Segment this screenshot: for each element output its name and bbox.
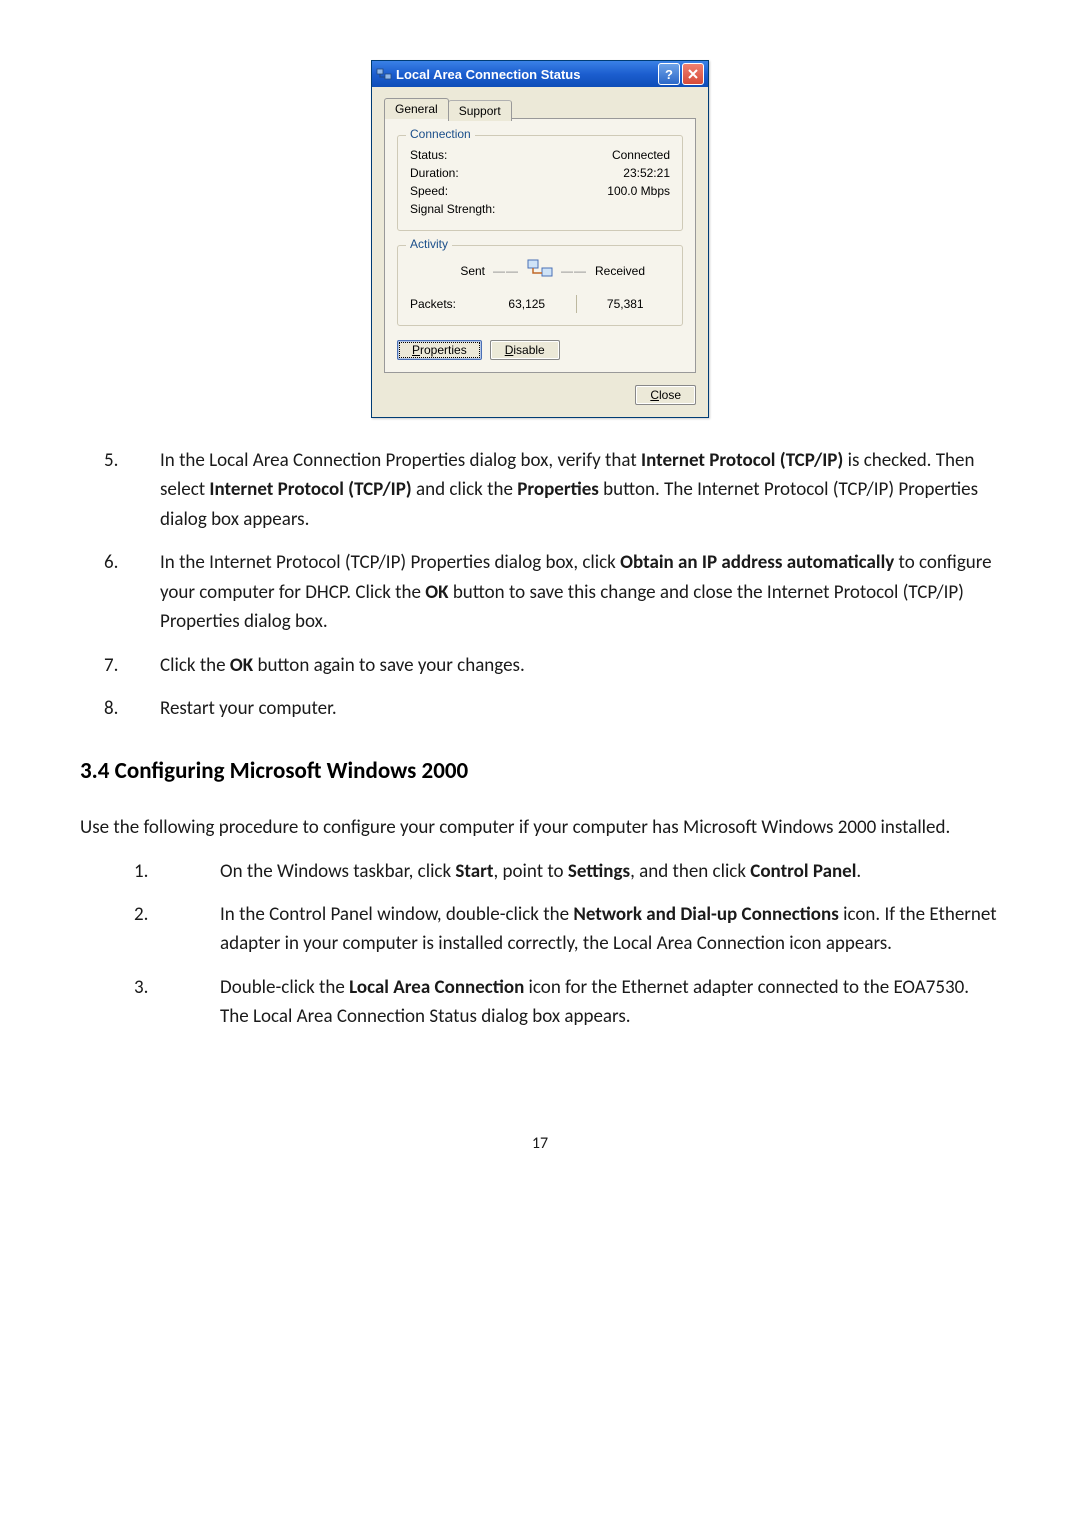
properties-button[interactable]: Properties xyxy=(397,340,482,360)
list-number: 1. xyxy=(80,857,220,886)
list-item: On the Windows taskbar, click Start, poi… xyxy=(220,857,1000,886)
list-item: Double-click the Local Area Connection i… xyxy=(220,973,1000,1032)
sent-label: Sent xyxy=(415,264,485,278)
list-number: 8. xyxy=(80,694,160,723)
signal-label: Signal Strength: xyxy=(410,202,495,216)
list-item: In the Local Area Connection Properties … xyxy=(160,446,1000,534)
dialog-titlebar: Local Area Connection Status ? xyxy=(372,61,708,87)
list-number: 7. xyxy=(80,651,160,680)
connection-group: Connection Status: Connected Duration: 2… xyxy=(397,135,683,231)
packets-received: 75,381 xyxy=(581,297,671,311)
disable-button[interactable]: Disable xyxy=(490,340,560,360)
dashes-right: —— xyxy=(561,264,587,278)
list-item: In the Control Panel window, double-clic… xyxy=(220,900,1000,959)
divider xyxy=(576,295,577,313)
list-number: 5. xyxy=(80,446,160,534)
close-button[interactable]: Close xyxy=(635,385,696,405)
tab-body: Connection Status: Connected Duration: 2… xyxy=(384,118,696,373)
status-value: Connected xyxy=(612,148,670,162)
list-number: 6. xyxy=(80,548,160,636)
network-icon xyxy=(376,66,392,82)
connection-status-dialog: Local Area Connection Status ? General S… xyxy=(371,60,709,418)
group-legend: Connection xyxy=(406,127,475,141)
help-button[interactable]: ? xyxy=(658,63,680,85)
tab-strip: General Support xyxy=(384,98,696,119)
list-item: Click the OK button again to save your c… xyxy=(160,651,1000,680)
document-body: 5. In the Local Area Connection Properti… xyxy=(80,446,1000,1157)
list-number: 2. xyxy=(80,900,220,959)
list-number: 3. xyxy=(80,973,220,1032)
packets-label: Packets: xyxy=(410,297,482,311)
packets-sent: 63,125 xyxy=(482,297,572,311)
list-item: In the Internet Protocol (TCP/IP) Proper… xyxy=(160,548,1000,636)
section-heading: 3.4 Configuring Microsoft Windows 2000 xyxy=(80,754,1000,790)
activity-group: Activity Sent —— —— Received xyxy=(397,245,683,326)
dashes-left: —— xyxy=(493,264,519,278)
speed-value: 100.0 Mbps xyxy=(607,184,670,198)
tab-support[interactable]: Support xyxy=(448,100,512,121)
page-number: 17 xyxy=(80,1132,1000,1157)
dialog-title: Local Area Connection Status xyxy=(396,67,656,82)
status-label: Status: xyxy=(410,148,447,162)
duration-value: 23:52:21 xyxy=(623,166,670,180)
list-item: Restart your computer. xyxy=(160,694,1000,723)
tab-general[interactable]: General xyxy=(384,98,449,119)
intro-paragraph: Use the following procedure to configure… xyxy=(80,813,1000,842)
computer-icons xyxy=(527,258,553,283)
speed-label: Speed: xyxy=(410,184,448,198)
duration-label: Duration: xyxy=(410,166,459,180)
close-icon[interactable] xyxy=(682,63,704,85)
received-label: Received xyxy=(595,264,665,278)
group-legend: Activity xyxy=(406,237,452,251)
